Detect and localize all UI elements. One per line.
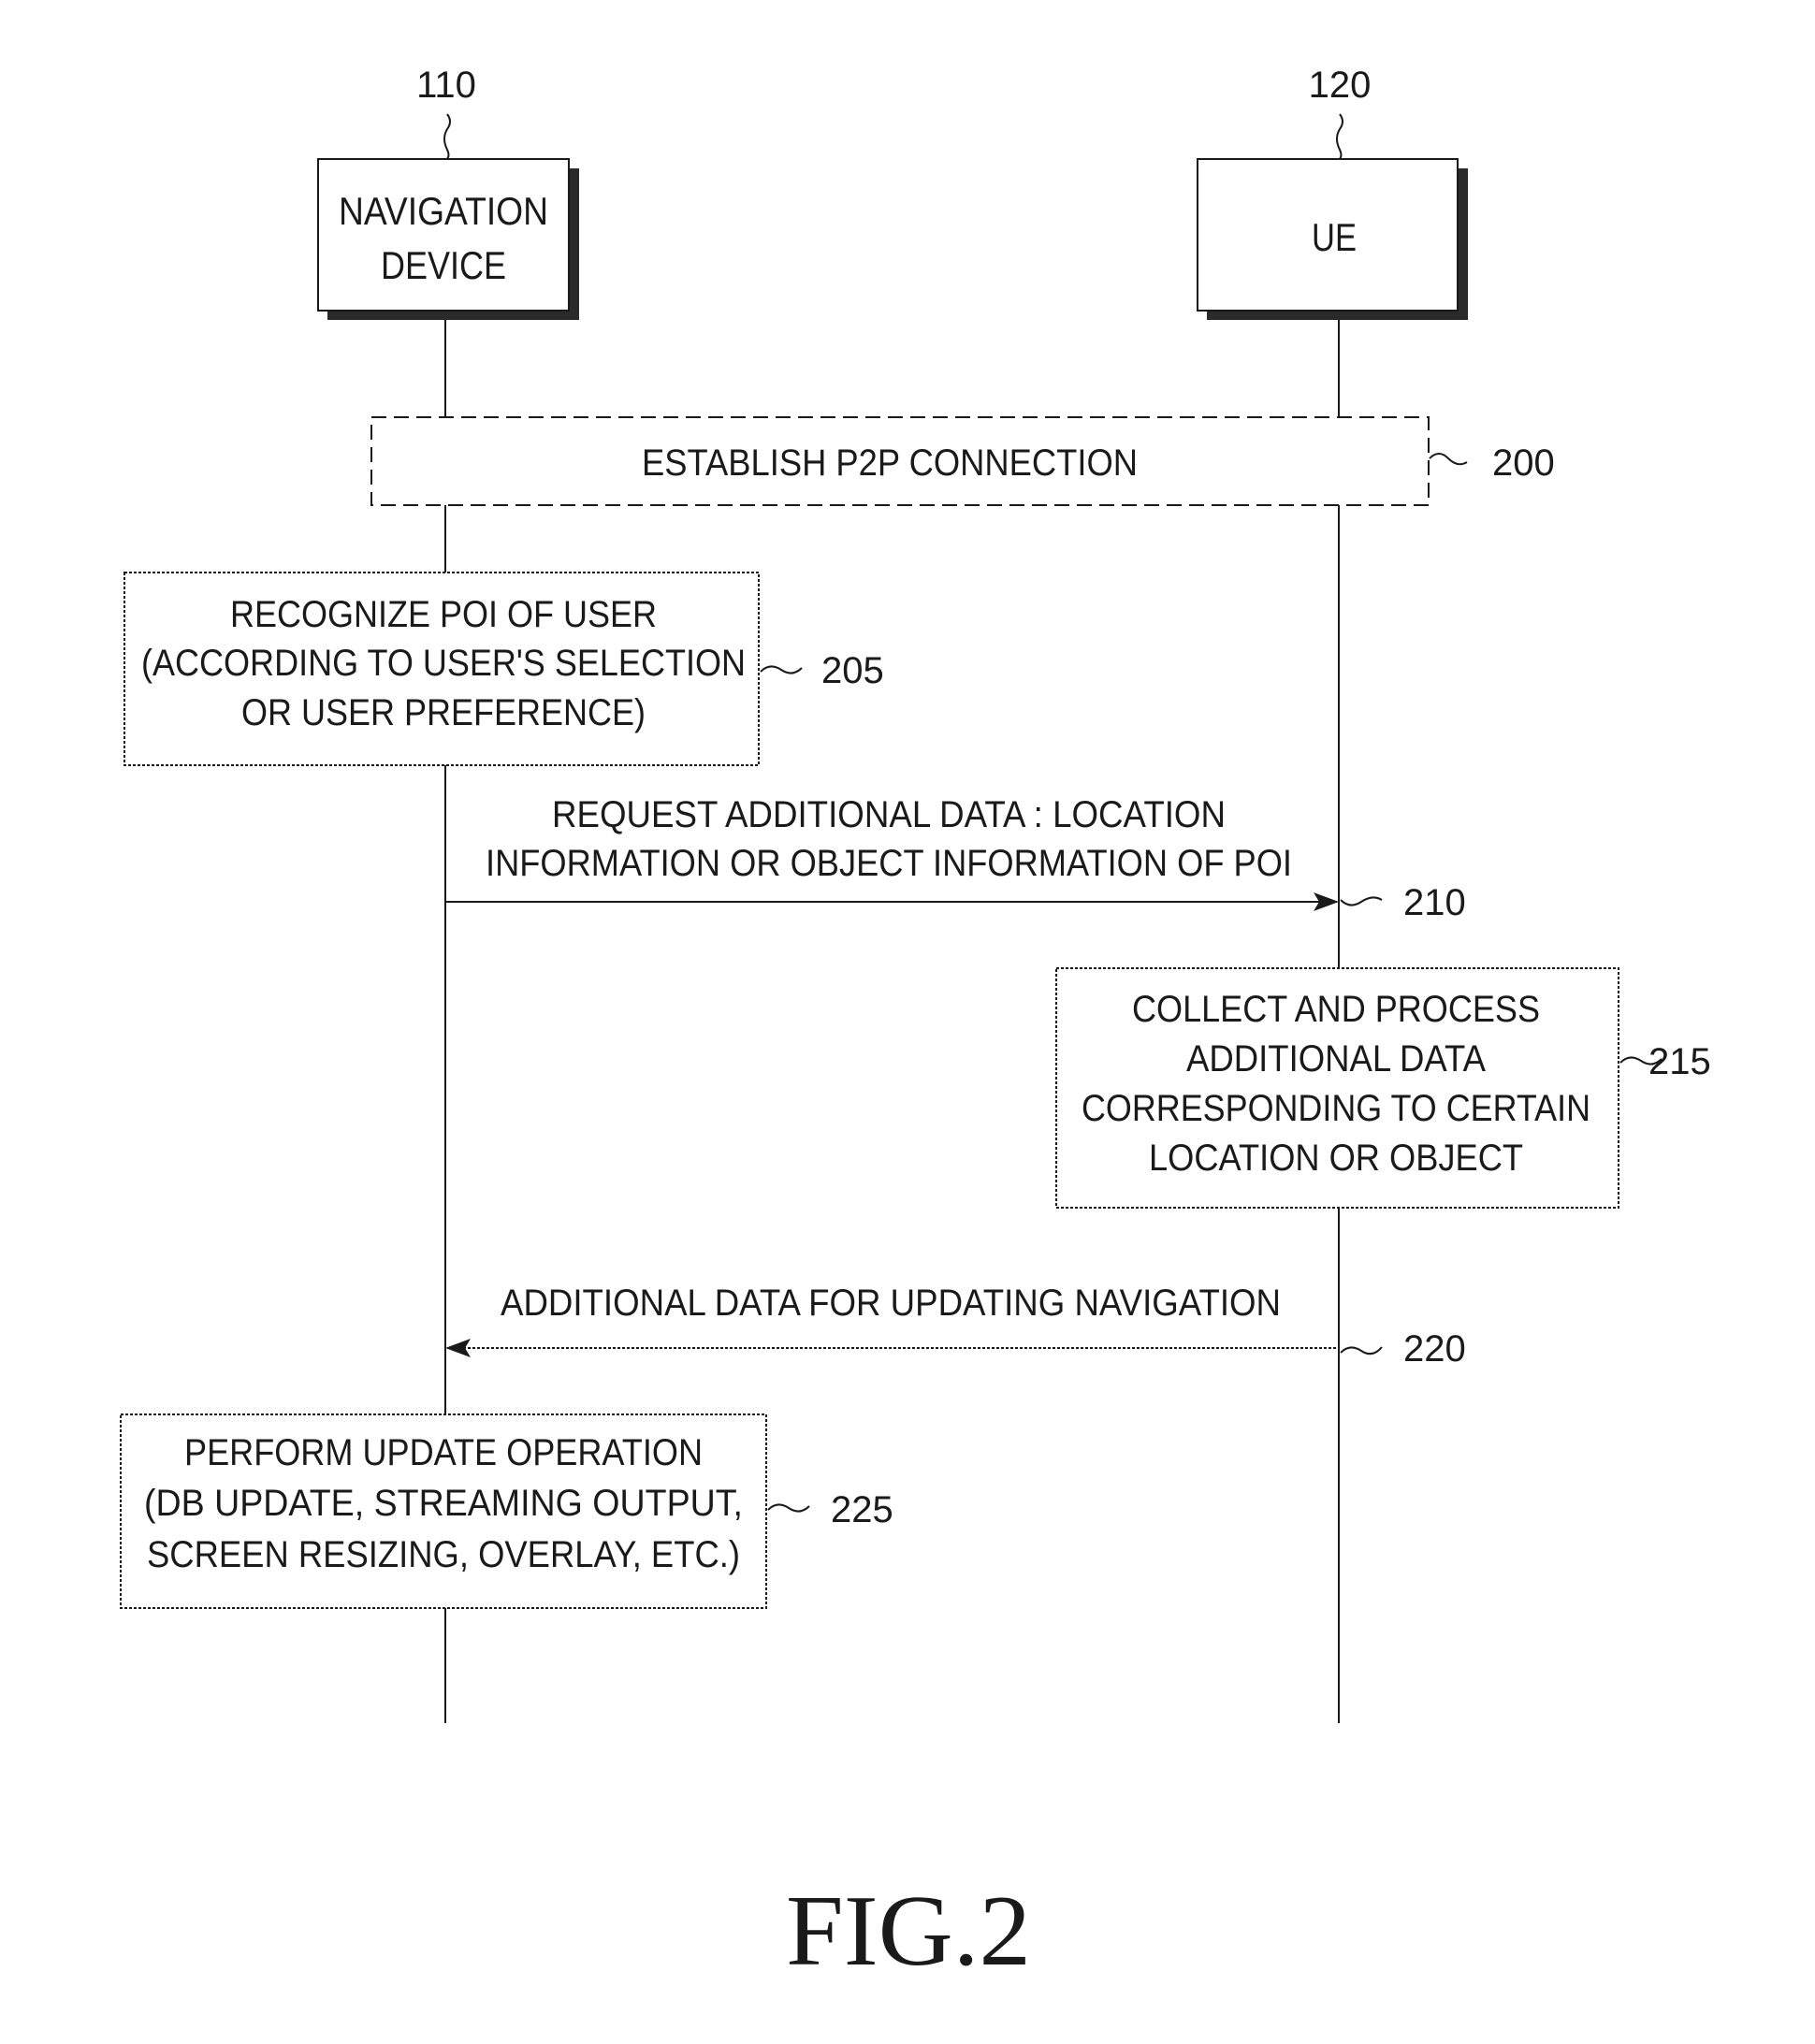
ref-label-110: 110 [416,65,476,106]
message-text: ADDITIONAL DATA FOR UPDATING NAVIGATION [501,1283,1281,1324]
step-text: SCREEN RESIZING, OVERLAY, ETC.) [147,1534,740,1575]
step-text: (ACCORDING TO USER'S SELECTION [141,643,746,684]
navigation-device-box [317,158,570,312]
leader-line-110 [443,113,451,160]
ref-label-205: 205 [821,650,884,691]
step-text: RECOGNIZE POI OF USER [230,594,657,635]
entity-label-line: DEVICE [381,243,506,287]
ref-label-220: 220 [1403,1328,1466,1370]
step-220-additional-data-response: ADDITIONAL DATA FOR UPDATING NAVIGATION … [445,1283,1466,1370]
step-205-recognize-poi: RECOGNIZE POI OF USER (ACCORDING TO USER… [123,572,884,766]
step-210-request-additional-data: REQUEST ADDITIONAL DATA : LOCATION INFOR… [445,794,1466,923]
step-text: CORRESPONDING TO CERTAIN [1082,1088,1590,1129]
entity-navigation-device: 110 NAVIGATION DEVICE [317,65,579,320]
leader-line-120 [1336,113,1343,160]
message-text: INFORMATION OR OBJECT INFORMATION OF POI [486,843,1292,884]
step-text: ESTABLISH P2P CONNECTION [642,442,1138,484]
leader-line-200 [1429,453,1468,466]
entity-ue: 120 UE [1197,65,1468,320]
leader-line-205 [760,665,803,674]
step-text: LOCATION OR OBJECT [1149,1138,1523,1179]
ref-label-210: 210 [1403,882,1466,923]
leader-line-225 [767,1503,810,1513]
entity-label-line: UE [1312,215,1357,259]
figure-caption: FIG.2 [786,1876,1031,1987]
ref-label-200: 200 [1492,442,1555,484]
step-225-perform-update: PERFORM UPDATE OPERATION (DB UPDATE, STR… [120,1413,893,1609]
step-text: (DB UPDATE, STREAMING OUTPUT, [144,1483,743,1524]
step-text: OR USER PREFERENCE) [241,692,646,733]
step-200-establish-p2p: ESTABLISH P2P CONNECTION 200 [370,416,1555,506]
ref-label-225: 225 [831,1489,893,1530]
sequence-diagram: 110 NAVIGATION DEVICE 120 UE ESTABLISH P… [120,65,1711,1987]
leader-line-220 [1340,1346,1383,1355]
step-text: PERFORM UPDATE OPERATION [184,1432,703,1473]
step-215-collect-and-process: COLLECT AND PROCESS ADDITIONAL DATA CORR… [1055,967,1711,1209]
leader-line-210 [1340,896,1383,906]
step-text: ADDITIONAL DATA [1186,1038,1486,1080]
ref-label-120: 120 [1309,65,1372,106]
step-text: COLLECT AND PROCESS [1132,989,1540,1030]
ref-label-215: 215 [1648,1041,1711,1082]
entity-label-line: NAVIGATION [339,189,548,233]
arrowhead-icon [445,1339,471,1357]
message-text: REQUEST ADDITIONAL DATA : LOCATION [552,794,1226,835]
